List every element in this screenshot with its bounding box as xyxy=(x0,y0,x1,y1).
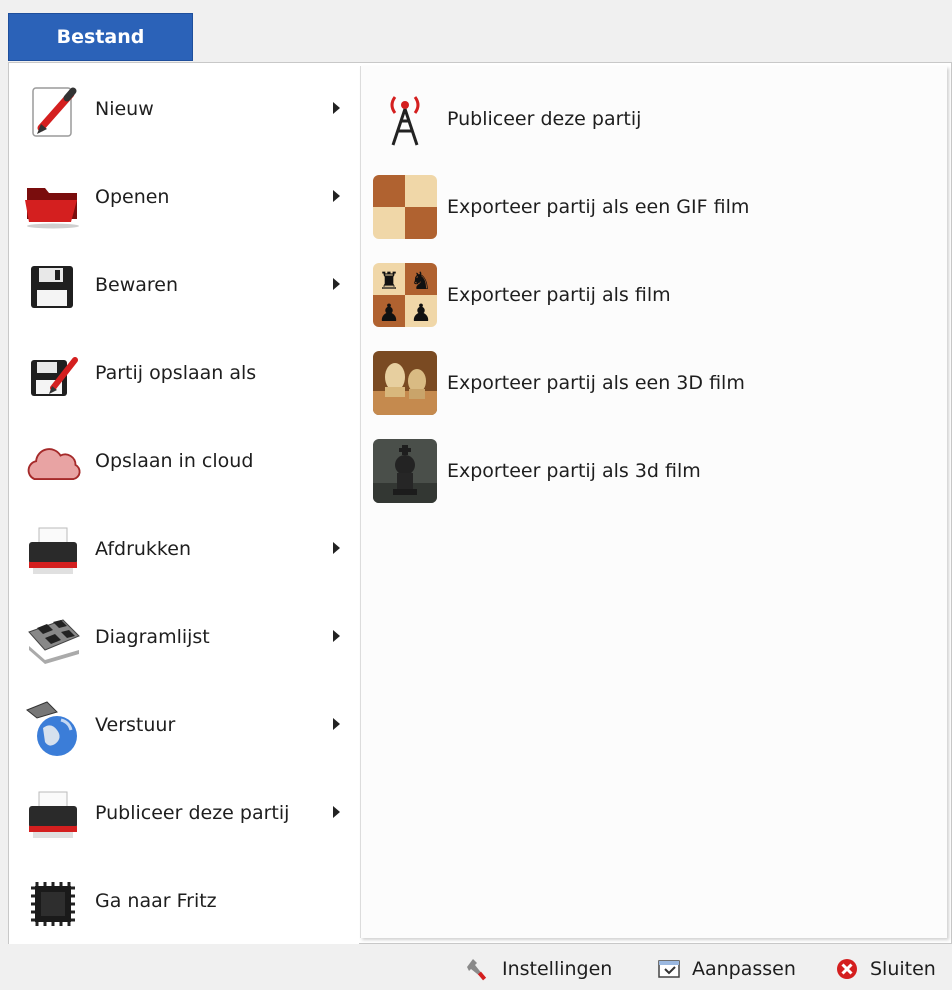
printer-publish-icon xyxy=(23,786,83,846)
dark-chess-king-icon xyxy=(373,439,437,503)
submenu-arrow-icon xyxy=(333,278,340,290)
close-icon xyxy=(834,956,860,982)
submenu-arrow-icon xyxy=(333,542,340,554)
submenu-item-label: Exporteer partij als een 3D film xyxy=(447,372,745,394)
svg-text:♞: ♞ xyxy=(410,267,432,295)
close-label: Sluiten xyxy=(870,958,936,980)
submenu-item-label: Publiceer deze partij xyxy=(447,108,642,130)
customize-label: Aanpassen xyxy=(692,958,796,980)
menu-item-partij-opslaan-als[interactable]: Partij opslaan als xyxy=(9,332,359,416)
customize-window-icon xyxy=(656,956,682,982)
menu-item-label: Publiceer deze partij xyxy=(95,802,290,824)
submenu-item-3d-film[interactable]: Exporteer partij als een 3D film xyxy=(361,334,947,420)
tab-bestand[interactable]: Bestand xyxy=(8,13,193,61)
submenu-item-label: Exporteer partij als film xyxy=(447,284,671,306)
menu-item-ga-naar-fritz[interactable]: Ga naar Fritz xyxy=(9,860,359,944)
chess-pieces-icon: ♜ ♞ ♟ ♟ xyxy=(373,263,437,327)
menu-item-label: Opslaan in cloud xyxy=(95,450,254,472)
ribbon-tab-strip: Bestand xyxy=(0,0,952,62)
submenu-item-film[interactable]: ♜ ♞ ♟ ♟ Exporteer partij als film xyxy=(361,246,947,332)
chessboard-diagram-icon xyxy=(23,610,83,670)
submenu-item-gif-film[interactable]: Exporteer partij als een GIF film xyxy=(361,158,947,244)
settings-button[interactable]: Instellingen xyxy=(466,954,612,984)
submenu-arrow-icon xyxy=(333,806,340,818)
menu-item-verstuur[interactable]: Verstuur xyxy=(9,684,359,768)
menu-item-label: Partij opslaan als xyxy=(95,362,257,384)
menu-item-label: Ga naar Fritz xyxy=(95,890,217,912)
submenu-arrow-icon xyxy=(333,190,340,202)
backstage-footer: Instellingen Aanpassen Sluiten xyxy=(0,944,952,990)
floppy-disk-icon xyxy=(23,258,83,318)
menu-item-publiceer-deze-partij[interactable]: Publiceer deze partij xyxy=(9,772,359,856)
new-document-pen-icon xyxy=(23,82,83,142)
close-button[interactable]: Sluiten xyxy=(834,954,936,984)
submenu-item-label: Exporteer partij als een GIF film xyxy=(447,196,750,218)
menu-item-label: Nieuw xyxy=(95,98,154,120)
settings-label: Instellingen xyxy=(502,958,613,980)
menu-item-opslaan-in-cloud[interactable]: Opslaan in cloud xyxy=(9,420,359,504)
menu-item-nieuw[interactable]: Nieuw xyxy=(9,68,359,152)
menu-item-label: Openen xyxy=(95,186,170,208)
submenu-item-3d-film-dark[interactable]: Exporteer partij als 3d film xyxy=(361,422,947,508)
svg-text:♜: ♜ xyxy=(378,267,400,295)
chessboard-squares-icon xyxy=(373,175,437,239)
open-folder-icon xyxy=(23,170,83,230)
menu-item-afdrukken[interactable]: Afdrukken xyxy=(9,508,359,592)
cloud-icon xyxy=(23,434,83,494)
globe-send-icon xyxy=(23,698,83,758)
submenu-arrow-icon xyxy=(333,102,340,114)
submenu-panel: Publiceer deze partij Exporteer partij a… xyxy=(360,66,947,938)
chip-icon xyxy=(23,874,83,934)
svg-text:♟: ♟ xyxy=(410,299,432,327)
file-menu-list: Nieuw Openen Bewaren Partij opslaan als … xyxy=(9,64,359,944)
submenu-item-label: Exporteer partij als 3d film xyxy=(447,460,701,482)
svg-text:♟: ♟ xyxy=(378,299,400,327)
menu-item-label: Afdrukken xyxy=(95,538,191,560)
menu-item-openen[interactable]: Openen xyxy=(9,156,359,240)
menu-item-bewaren[interactable]: Bewaren xyxy=(9,244,359,328)
menu-item-diagramlijst[interactable]: Diagramlijst xyxy=(9,596,359,680)
save-as-icon xyxy=(23,346,83,406)
menu-item-label: Verstuur xyxy=(95,714,176,736)
chess-3d-pieces-icon xyxy=(373,351,437,415)
submenu-arrow-icon xyxy=(333,630,340,642)
submenu-arrow-icon xyxy=(333,718,340,730)
wrench-icon xyxy=(466,956,492,982)
menu-item-label: Bewaren xyxy=(95,274,179,296)
broadcast-tower-icon xyxy=(373,87,437,151)
submenu-item-publiceer[interactable]: Publiceer deze partij xyxy=(361,70,947,156)
customize-button[interactable]: Aanpassen xyxy=(656,954,796,984)
menu-item-label: Diagramlijst xyxy=(95,626,210,648)
printer-icon xyxy=(23,522,83,582)
